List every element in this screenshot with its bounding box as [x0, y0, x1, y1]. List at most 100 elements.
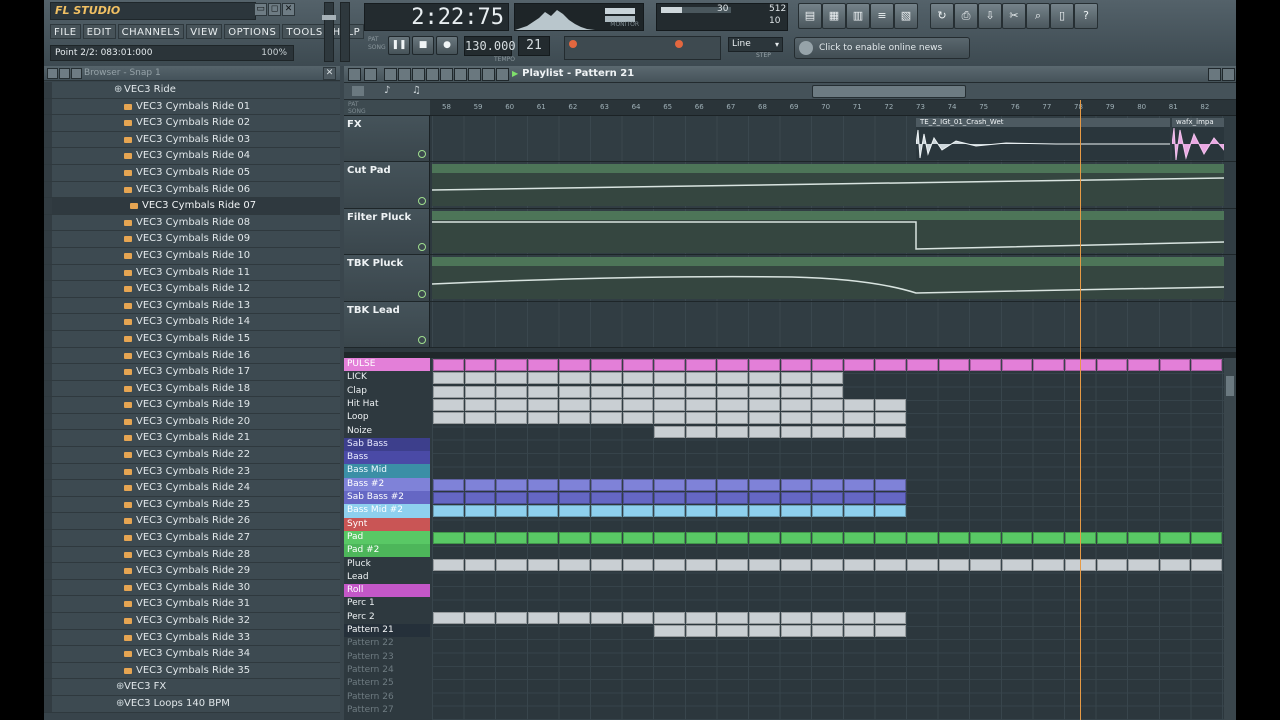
pattern-clip[interactable] [685, 505, 717, 518]
track-led-icon[interactable] [418, 335, 426, 344]
pattern-row-label[interactable]: Bass [344, 451, 430, 465]
pattern-clip[interactable] [464, 611, 496, 624]
pattern-clip[interactable] [622, 478, 654, 491]
browser-item[interactable]: VEC3 Cymbals Ride 23 [44, 463, 340, 481]
pattern-clip[interactable] [527, 611, 559, 624]
track-led-icon[interactable] [418, 196, 426, 205]
metronome-dot-icon[interactable] [675, 40, 683, 48]
pattern-clip[interactable] [464, 478, 496, 491]
pattern-clip[interactable] [1159, 531, 1191, 544]
pattern-clip[interactable] [685, 478, 717, 491]
track-name[interactable]: Filter Pluck [344, 208, 430, 255]
pattern-clip[interactable] [1033, 558, 1064, 571]
pattern-clip[interactable] [433, 478, 464, 491]
pattern-row-label[interactable]: Hit Hat [344, 398, 430, 411]
pattern-clip[interactable] [875, 611, 906, 624]
browser-item[interactable]: VEC3 Cymbals Ride 35 [44, 662, 340, 680]
pattern-clip[interactable] [433, 558, 464, 571]
pattern-clip[interactable] [527, 385, 559, 398]
pattern-clip[interactable] [717, 425, 748, 438]
pattern-clip[interactable] [780, 611, 812, 624]
browser-item[interactable]: VEC3 Cymbals Ride 10 [44, 247, 340, 265]
pattern-row-label[interactable]: Pattern 26 [344, 691, 430, 704]
pattern-row-label[interactable]: Perc 2 [344, 611, 430, 624]
undo-icon[interactable]: ↻ [930, 3, 954, 29]
pattern-clip[interactable] [591, 505, 622, 518]
pattern-clip[interactable] [464, 372, 496, 385]
pattern-clip[interactable] [654, 359, 685, 371]
pattern-clip[interactable] [496, 372, 527, 385]
audio-icon[interactable]: ♪ [384, 85, 390, 96]
menu-channels[interactable]: CHANNELS [117, 24, 185, 39]
browser-item[interactable]: VEC3 Cymbals Ride 27 [44, 530, 340, 547]
pattern-clip[interactable] [1033, 531, 1064, 544]
pattern-clip[interactable] [654, 478, 685, 491]
pattern-clip[interactable] [527, 558, 559, 571]
pattern-clip[interactable] [812, 625, 843, 637]
track-led-icon[interactable] [418, 243, 426, 252]
pattern-clip[interactable] [559, 412, 590, 425]
pattern-row-label[interactable]: Pluck [344, 558, 430, 571]
pattern-clip[interactable] [749, 531, 780, 544]
pattern-clip[interactable] [591, 611, 622, 624]
pattern-clip[interactable] [591, 398, 622, 411]
pattern-clip[interactable] [875, 531, 906, 544]
pattern-clip[interactable] [812, 385, 843, 398]
pattern-clip[interactable] [717, 385, 748, 398]
pattern-clip[interactable] [559, 492, 590, 504]
browser-item[interactable]: VEC3 Cymbals Ride 26 [44, 513, 340, 531]
pattern-clip[interactable] [812, 531, 843, 544]
step-sequencer-icon[interactable]: ▦ [822, 3, 846, 29]
pattern-clip[interactable] [654, 492, 685, 504]
pattern-clip[interactable] [749, 385, 780, 398]
pattern-row-label[interactable]: Bass Mid #2 [344, 504, 430, 518]
pattern-clip[interactable] [433, 531, 464, 544]
playlist-menu-icon[interactable] [348, 68, 361, 81]
pattern-clip[interactable] [749, 412, 780, 425]
pattern-clip[interactable] [559, 531, 590, 544]
pattern-clip[interactable] [812, 398, 843, 411]
pattern-clip[interactable] [654, 372, 685, 385]
browser-item[interactable]: VEC3 Cymbals Ride 13 [44, 297, 340, 315]
pattern-row-label[interactable]: Pattern 27 [344, 704, 430, 717]
info-icon[interactable]: ▯ [1050, 3, 1074, 29]
browser-item[interactable]: VEC3 Cymbals Ride 03 [44, 131, 340, 149]
pattern-clip[interactable] [1096, 558, 1128, 571]
pattern-clip[interactable] [780, 398, 812, 411]
pattern-row-label[interactable]: Pattern 21 [344, 624, 430, 638]
pattern-clip[interactable] [717, 492, 748, 504]
pattern-clip[interactable] [433, 359, 464, 371]
browser-item[interactable]: VEC3 Cymbals Ride 21 [44, 430, 340, 448]
pattern-clip[interactable] [843, 492, 875, 504]
pattern-clip[interactable] [622, 505, 654, 518]
pattern-clip[interactable] [433, 372, 464, 385]
pattern-clip[interactable] [527, 531, 559, 544]
pattern-clip[interactable] [685, 398, 717, 411]
pattern-row-label[interactable]: Pattern 24 [344, 664, 430, 677]
pattern-clip[interactable] [527, 359, 559, 371]
pattern-clip[interactable] [843, 558, 875, 571]
browser-item[interactable]: VEC3 Cymbals Ride 33 [44, 629, 340, 647]
pattern-clip[interactable] [749, 478, 780, 491]
pattern-clip[interactable] [780, 531, 812, 544]
pattern-clip[interactable] [780, 478, 812, 491]
news-ticker[interactable]: Click to enable online news [794, 37, 970, 59]
pattern-clip[interactable] [654, 611, 685, 624]
pattern-clip[interactable] [780, 359, 812, 371]
record-button[interactable]: ● [436, 36, 458, 55]
browser-item[interactable]: VEC3 Cymbals Ride 16 [44, 347, 340, 365]
pattern-clip[interactable] [1096, 359, 1128, 371]
pattern-clip[interactable] [1128, 558, 1159, 571]
pattern-clip[interactable] [559, 398, 590, 411]
pattern-clip[interactable] [780, 625, 812, 637]
pattern-grid[interactable] [432, 358, 1224, 720]
pattern-clip[interactable] [1001, 558, 1033, 571]
browser-item[interactable]: VEC3 Cymbals Ride 01 [44, 98, 340, 116]
pattern-clip[interactable] [622, 558, 654, 571]
pattern-row-label[interactable]: Roll [344, 584, 430, 598]
slice-tool-icon[interactable] [454, 68, 467, 81]
pattern-clip[interactable] [527, 372, 559, 385]
pattern-clip[interactable] [496, 478, 527, 491]
pattern-clip[interactable] [654, 505, 685, 518]
pattern-clip[interactable] [527, 505, 559, 518]
